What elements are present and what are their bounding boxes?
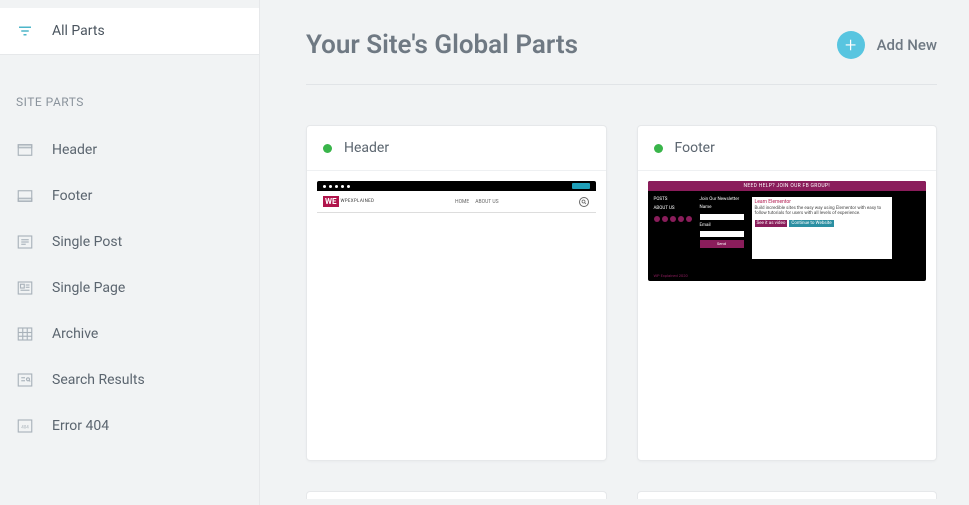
preview-learn-title: Learn Elementor [755,199,889,205]
preview-banner: NEED HELP? JOIN OUR FB GROUP! [648,181,927,191]
sidebar-item-label: Search Results [52,372,145,388]
header-icon [16,141,34,159]
page-title: Your Site's Global Parts [306,30,578,60]
preview-name-input [700,214,744,220]
card-peek[interactable] [637,491,938,499]
header-preview: WE WPEXPLAINED HOME ABOUT US [317,181,596,450]
main-header: Your Site's Global Parts + Add New [306,30,937,85]
status-dot-active [654,144,663,153]
preview-about-label: ABOUT US [654,206,692,211]
cards-next-row-peek [306,491,937,499]
cards-grid: Header WE WPEXPLAINED [306,125,937,461]
sidebar-item-search-results[interactable]: Search Results [0,357,259,403]
sidebar-item-error-404[interactable]: 404 Error 404 [0,403,259,449]
logo-mark: WE [323,196,339,208]
preview-newsletter-label: Join Our Newsletter [700,197,744,202]
preview-copyright: WP Explained 2020 [648,272,927,281]
preview-learn-desc: Build incredible sites the easy way usin… [755,206,889,217]
card-footer[interactable]: Footer NEED HELP? JOIN OUR FB GROUP! POS… [637,125,938,461]
card-body: NEED HELP? JOIN OUR FB GROUP! POSTS ABOU… [638,171,937,460]
preview-nav-links: HOME ABOUT US [455,199,499,205]
preview-topbar [317,181,596,191]
preview-email-input [700,231,744,237]
preview-logo: WE WPEXPLAINED [323,196,374,208]
sidebar: All Parts SITE PARTS Header Footer Sin [0,0,260,505]
app-layout: All Parts SITE PARTS Header Footer Sin [0,0,969,505]
sidebar-nav-list: Header Footer Single Post Single Page [0,123,259,449]
sidebar-item-label: Footer [52,188,92,204]
preview-learn-panel: Learn Elementor Build incredible sites t… [752,197,892,259]
card-title: Footer [675,140,715,156]
add-new-label: Add New [877,36,937,54]
main-content: Your Site's Global Parts + Add New Heade… [260,0,969,505]
sidebar-item-label: Archive [52,326,98,342]
add-new-button[interactable]: + Add New [837,31,937,59]
card-body: WE WPEXPLAINED HOME ABOUT US [307,171,606,460]
error-404-icon: 404 [16,417,34,435]
card-head: Header [307,126,606,171]
card-peek[interactable] [306,491,607,499]
site-parts-heading: SITE PARTS [0,55,259,123]
preview-footer-mid: Join Our Newsletter Name Email Send [700,197,744,266]
social-icons [323,185,350,188]
single-post-icon [16,233,34,251]
search-icon [579,197,589,207]
footer-preview: NEED HELP? JOIN OUR FB GROUP! POSTS ABOU… [648,181,927,281]
logo-subtext: WPEXPLAINED [341,199,375,204]
footer-icon [16,187,34,205]
single-page-icon [16,279,34,297]
preview-footer-body: POSTS ABOUT US Join Our Newsletter Name … [648,191,927,272]
filter-icon [16,22,34,40]
sidebar-item-footer[interactable]: Footer [0,173,259,219]
preview-learn-btn1: See it as video [755,220,788,227]
sidebar-item-label: Header [52,142,97,158]
sidebar-item-label: Single Post [52,234,122,250]
sidebar-item-label: Single Page [52,280,125,296]
preview-name-label: Name [700,205,744,210]
sidebar-item-archive[interactable]: Archive [0,311,259,357]
sidebar-item-single-post[interactable]: Single Post [0,219,259,265]
card-title: Header [344,140,389,156]
card-header[interactable]: Header WE WPEXPLAINED [306,125,607,461]
sidebar-item-header[interactable]: Header [0,127,259,173]
preview-cta-button [572,183,590,189]
preview-learn-btn2: Continue to Website [789,220,833,227]
preview-posts-label: POSTS [654,197,692,202]
preview-nav-link: HOME [455,199,469,205]
preview-nav-link: ABOUT US [475,199,498,205]
card-head: Footer [638,126,937,171]
sidebar-all-parts[interactable]: All Parts [0,8,259,55]
all-parts-label: All Parts [52,23,105,39]
preview-send-button: Send [700,240,744,248]
plus-icon: + [837,31,865,59]
search-results-icon [16,371,34,389]
preview-footer-left: POSTS ABOUT US [654,197,692,266]
status-dot-active [323,144,332,153]
preview-social-icons [654,216,692,222]
archive-icon [16,325,34,343]
sidebar-item-single-page[interactable]: Single Page [0,265,259,311]
svg-text:404: 404 [21,424,29,430]
sidebar-item-label: Error 404 [52,418,109,434]
preview-email-label: Email [700,223,744,228]
preview-learn-buttons: See it as video Continue to Website [755,220,889,227]
preview-nav-row: WE WPEXPLAINED HOME ABOUT US [317,191,596,213]
